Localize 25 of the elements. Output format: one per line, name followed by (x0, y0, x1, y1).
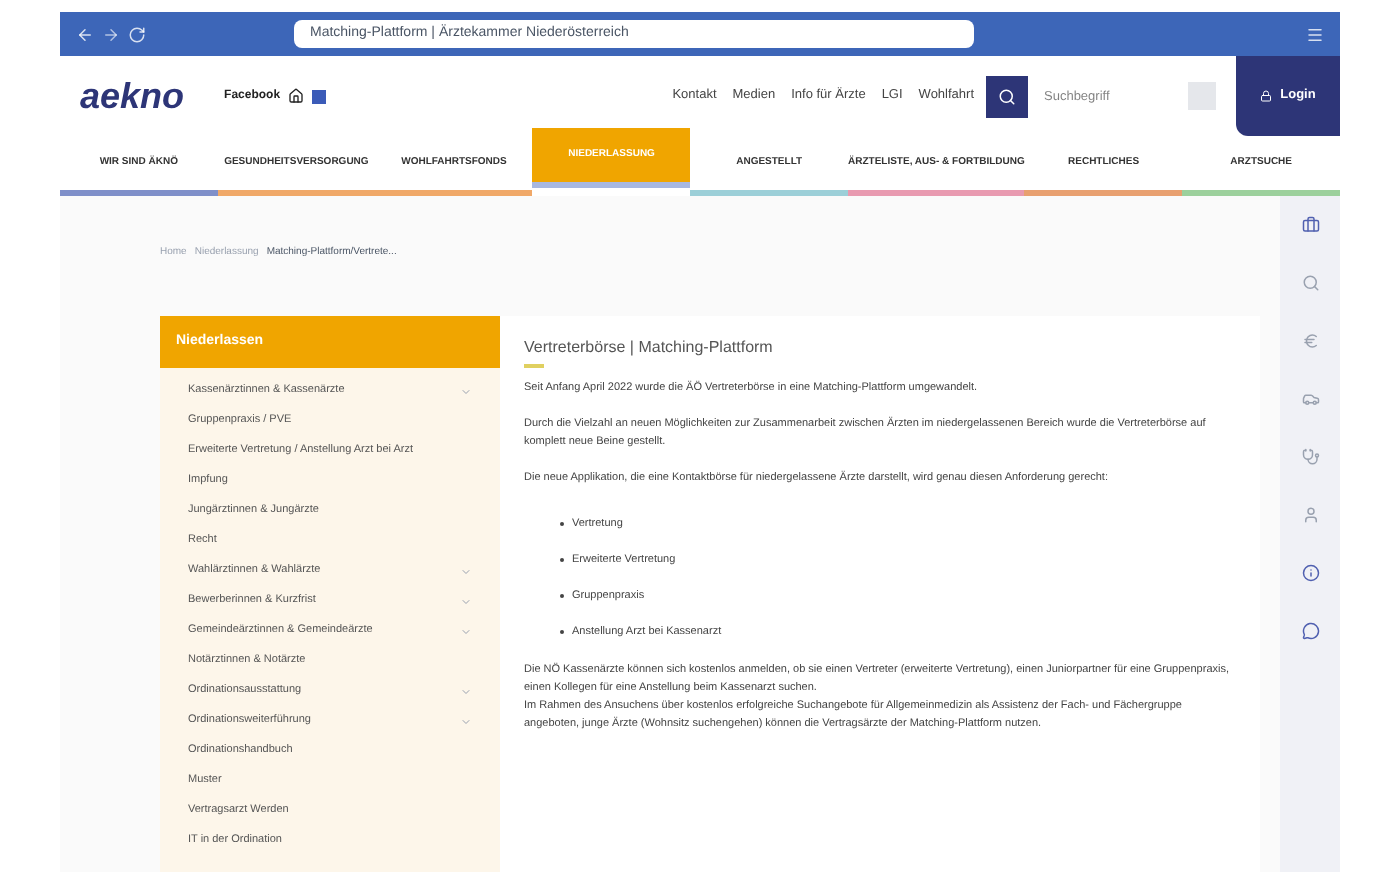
reload-icon[interactable] (128, 25, 146, 43)
back-icon[interactable] (76, 25, 94, 43)
info-icon[interactable] (1301, 564, 1319, 582)
article-title: Vertreterbörse | Matching-Plattform (524, 336, 775, 360)
search-icon (998, 87, 1016, 105)
chat-icon[interactable] (1301, 622, 1319, 640)
user-icon[interactable] (1301, 506, 1319, 524)
lock-icon (1260, 90, 1273, 102)
briefcase-icon[interactable] (1301, 216, 1319, 234)
expand-icon[interactable] (460, 715, 472, 727)
car-icon[interactable] (1301, 390, 1319, 408)
search-button[interactable] (986, 75, 1028, 117)
expand-icon[interactable] (460, 565, 472, 577)
title-underline (524, 364, 544, 368)
site-logo[interactable]: aekno (80, 69, 185, 123)
search-icon[interactable] (1301, 274, 1319, 292)
expand-icon[interactable] (460, 685, 472, 697)
home-icon[interactable] (288, 88, 305, 104)
expand-icon[interactable] (460, 595, 472, 607)
euro-icon[interactable] (1301, 332, 1319, 350)
expand-icon[interactable] (460, 625, 472, 637)
expand-icon[interactable] (460, 385, 472, 397)
stethoscope-icon[interactable] (1301, 448, 1319, 466)
forward-icon[interactable] (102, 25, 120, 43)
menu-icon[interactable] (1306, 25, 1324, 43)
